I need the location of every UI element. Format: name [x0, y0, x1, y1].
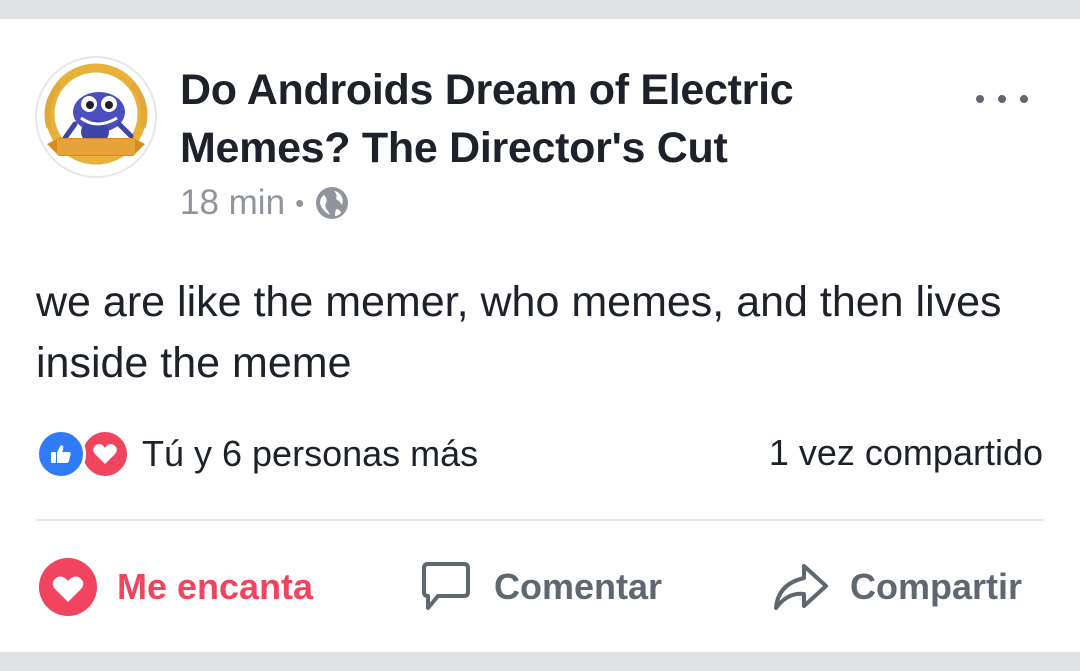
love-reaction-icon	[37, 556, 99, 618]
more-dot-icon	[976, 95, 984, 103]
comment-button[interactable]: Comentar	[414, 557, 662, 617]
more-dot-icon	[998, 95, 1006, 103]
more-dot-icon	[1020, 95, 1028, 103]
love-button[interactable]: Me encanta	[37, 557, 313, 617]
comment-bubble-icon	[414, 556, 476, 618]
post-body-text: we are like the memer, who memes, and th…	[36, 278, 1002, 387]
post-card: Do Androids Dream of Electric Memes? The…	[0, 19, 1080, 652]
shares-count[interactable]: 1 vez compartido	[769, 432, 1043, 474]
post-timestamp[interactable]: 18 min	[180, 183, 285, 223]
actions-divider	[36, 519, 1044, 521]
more-options-button[interactable]	[976, 87, 1028, 111]
reactions-summary[interactable]: Tú y 6 personas más	[36, 429, 478, 479]
globe-icon	[314, 185, 350, 221]
love-icon	[80, 429, 130, 479]
love-button-label: Me encanta	[117, 566, 314, 607]
page-avatar[interactable]	[35, 56, 157, 178]
share-button-label: Compartir	[850, 566, 1023, 607]
meta-separator: •	[295, 188, 305, 218]
page-title[interactable]: Do Androids Dream of Electric Memes? The…	[180, 61, 880, 177]
reaction-icons	[36, 429, 132, 479]
share-button[interactable]: Compartir	[770, 557, 1022, 617]
comment-button-label: Comentar	[494, 566, 663, 607]
avatar-logo-icon	[39, 60, 153, 174]
like-icon	[36, 429, 86, 479]
share-arrow-icon	[770, 556, 832, 618]
post-meta: 18 min •	[180, 183, 350, 223]
reactions-count-text: Tú y 6 personas más	[142, 433, 479, 474]
